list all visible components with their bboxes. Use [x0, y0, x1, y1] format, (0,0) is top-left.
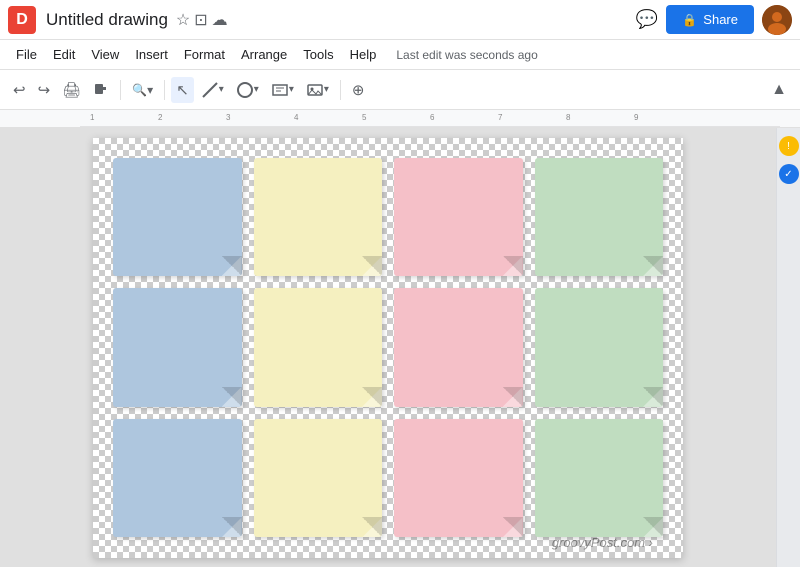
sidebar-notification-icon[interactable]: ! — [779, 136, 799, 156]
list-item[interactable] — [254, 158, 383, 277]
separator-1 — [120, 80, 121, 100]
list-item[interactable] — [394, 419, 523, 538]
list-item[interactable] — [394, 158, 523, 277]
separator-2 — [164, 80, 165, 100]
menu-bar: File Edit View Insert Format Arrange Too… — [0, 40, 800, 70]
main-area: groovyPost.com › ! ✓ — [0, 128, 800, 567]
last-edit-status: Last edit was seconds ago — [396, 48, 537, 62]
collapse-toolbar-button[interactable]: ▲ — [766, 77, 792, 103]
canvas-container[interactable]: groovyPost.com › — [0, 128, 776, 567]
zoom-level: ▾ — [147, 83, 153, 97]
undo-button[interactable]: ↩ — [8, 77, 31, 103]
print-button[interactable]: 🖨 — [57, 77, 86, 103]
textbox-tool[interactable]: ▾ — [266, 77, 299, 103]
document-title[interactable]: Untitled drawing — [46, 10, 168, 30]
zoom-button[interactable]: 🔍 ▾ — [127, 79, 158, 101]
list-item[interactable] — [535, 288, 664, 407]
watermark-arrow: › — [649, 535, 653, 550]
ruler: 1 2 3 4 5 6 7 8 9 — [0, 110, 800, 128]
separator-3 — [340, 80, 341, 100]
menu-tools[interactable]: Tools — [295, 43, 341, 66]
image-tool[interactable]: ▾ — [301, 77, 334, 103]
redo-button[interactable]: ↪ — [33, 77, 56, 103]
watermark: groovyPost.com › — [552, 535, 653, 550]
list-item[interactable] — [535, 419, 664, 538]
menu-help[interactable]: Help — [342, 43, 385, 66]
paint-format-button[interactable] — [88, 78, 114, 102]
menu-edit[interactable]: Edit — [45, 43, 83, 66]
toolbar: ↩ ↪ 🖨 🔍 ▾ ↖ ▾ ▾ ▾ ▾ ⊕ ▲ — [0, 70, 800, 110]
cloud-icon[interactable]: ☁ — [212, 10, 228, 30]
share-button[interactable]: 🔒 Share — [666, 5, 754, 34]
list-item[interactable] — [113, 419, 242, 538]
drawing-canvas[interactable]: groovyPost.com › — [93, 138, 683, 558]
menu-format[interactable]: Format — [176, 43, 233, 66]
google-logo: D — [8, 6, 36, 34]
shape-tool[interactable]: ▾ — [231, 77, 264, 103]
svg-text:3: 3 — [226, 113, 231, 122]
svg-text:5: 5 — [362, 113, 367, 122]
svg-text:8: 8 — [566, 113, 571, 122]
menu-arrange[interactable]: Arrange — [233, 43, 295, 66]
list-item[interactable] — [535, 158, 664, 277]
svg-text:4: 4 — [294, 113, 299, 122]
right-sidebar: ! ✓ — [776, 128, 800, 567]
menu-view[interactable]: View — [83, 43, 127, 66]
title-bar: D Untitled drawing ☆ ⊡ ☁ 💬 🔒 Share — [0, 0, 800, 40]
watermark-text: groovyPost.com — [552, 535, 645, 550]
line-tool[interactable]: ▾ — [196, 77, 229, 103]
list-item[interactable] — [113, 158, 242, 277]
list-item[interactable] — [113, 288, 242, 407]
insert-button[interactable]: ⊕ — [347, 77, 370, 103]
cursor-tool[interactable]: ↖ — [171, 77, 194, 103]
svg-text:9: 9 — [634, 113, 639, 122]
lock-icon: 🔒 — [682, 13, 697, 27]
list-item[interactable] — [254, 419, 383, 538]
star-icon[interactable]: ☆ — [176, 10, 190, 30]
svg-text:7: 7 — [498, 113, 503, 122]
svg-text:6: 6 — [430, 113, 435, 122]
sidebar-checkmark-icon[interactable]: ✓ — [779, 164, 799, 184]
svg-text:1: 1 — [90, 113, 95, 122]
menu-insert[interactable]: Insert — [127, 43, 176, 66]
menu-file[interactable]: File — [8, 43, 45, 66]
folder-icon[interactable]: ⊡ — [194, 10, 207, 30]
list-item[interactable] — [394, 288, 523, 407]
avatar[interactable] — [762, 5, 792, 35]
notes-grid — [113, 158, 663, 538]
list-item[interactable] — [254, 288, 383, 407]
svg-text:2: 2 — [158, 113, 163, 122]
comment-button[interactable]: 💬 — [628, 5, 666, 34]
zoom-icon: 🔍 — [132, 83, 147, 97]
